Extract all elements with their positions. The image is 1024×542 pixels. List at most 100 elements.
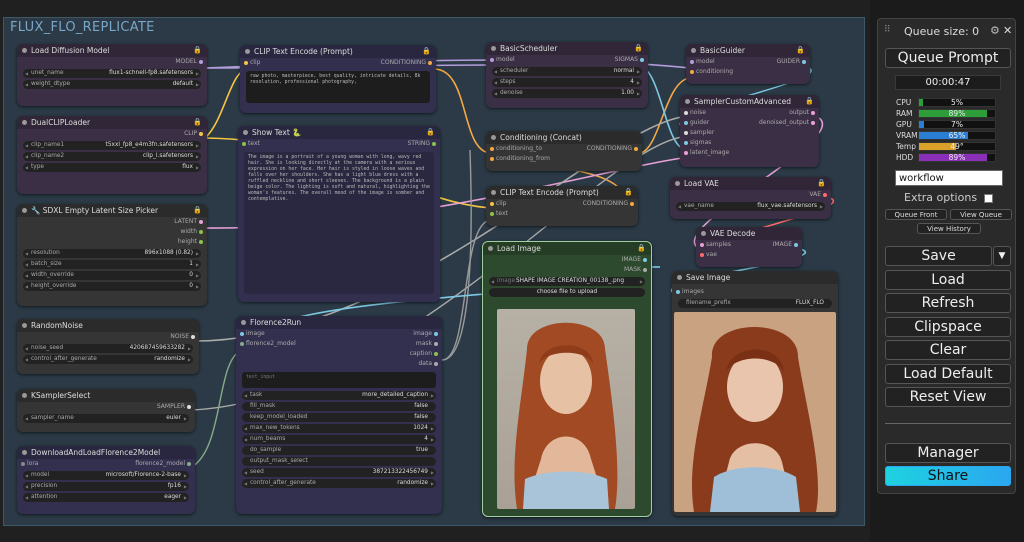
- close-icon[interactable]: ✕: [1003, 24, 1012, 37]
- node-clip-text-encode-1[interactable]: CLIP Text Encode (Prompt) 🔒 clip CONDITION…: [240, 45, 436, 113]
- node-title[interactable]: Save Image: [672, 271, 838, 284]
- output-data[interactable]: data: [418, 359, 432, 369]
- output-dot[interactable]: [794, 243, 798, 247]
- widget-steps[interactable]: steps4: [492, 78, 642, 87]
- output-width[interactable]: width: [180, 227, 197, 237]
- input-dot[interactable]: [21, 462, 25, 466]
- node-title[interactable]: Load Diffusion Model 🔒: [17, 44, 207, 57]
- input-clip[interactable]: clip: [250, 59, 260, 66]
- queue-front-button[interactable]: Queue Front: [885, 209, 947, 220]
- widget-control-after-generate[interactable]: control_after_generaterandomize: [242, 479, 436, 488]
- manager-button[interactable]: Manager: [885, 443, 1011, 463]
- input-dot[interactable]: [240, 332, 244, 336]
- widget-resolution[interactable]: resolution896x1088 (0.82): [23, 249, 201, 258]
- node-title[interactable]: DownloadAndLoadFlorence2Model: [17, 446, 195, 459]
- widget-batch-size[interactable]: batch_size1: [23, 260, 201, 269]
- output-string[interactable]: STRING: [407, 139, 430, 149]
- input-dot[interactable]: [684, 111, 688, 115]
- output-denoised[interactable]: denoised_output: [759, 118, 809, 128]
- output-dot[interactable]: [434, 342, 438, 346]
- view-queue-button[interactable]: View Queue: [950, 209, 1012, 220]
- node-title[interactable]: 🔧 SDXL Empty Latent Size Picker 🔒: [17, 204, 207, 217]
- output-dot[interactable]: [191, 335, 195, 339]
- node-title[interactable]: Load VAE 🔒: [670, 177, 831, 190]
- input-dot[interactable]: [490, 58, 494, 62]
- input-dot[interactable]: [490, 212, 494, 216]
- reset-view-button[interactable]: Reset View: [885, 387, 1011, 407]
- lock-icon[interactable]: 🔒: [817, 177, 826, 190]
- input-text[interactable]: text: [248, 140, 260, 147]
- output-caption[interactable]: caption: [410, 349, 432, 359]
- input-model[interactable]: model: [496, 56, 515, 63]
- widget-scheduler[interactable]: schedulernormal: [492, 67, 642, 76]
- queue-panel[interactable]: ⠿ Queue size: 0 ⚙ ✕ Queue Prompt 00:00:4…: [877, 18, 1016, 494]
- lock-icon[interactable]: 🔒: [426, 126, 435, 139]
- text-input-field[interactable]: text_input: [242, 372, 436, 388]
- node-sampler-custom-advanced[interactable]: SamplerCustomAdvanced 🔒 noise output guide…: [680, 95, 819, 167]
- node-clip-text-encode-2[interactable]: CLIP Text Encode (Prompt) 🔒 clip CONDITION…: [486, 186, 638, 226]
- output-sigmas[interactable]: SIGMAS: [615, 55, 638, 65]
- input-dot[interactable]: [490, 157, 494, 161]
- input-dot[interactable]: [244, 61, 248, 65]
- output-noise[interactable]: NOISE: [170, 332, 189, 342]
- output-clip[interactable]: CLIP: [184, 129, 197, 139]
- node-download-florence2[interactable]: DownloadAndLoadFlorence2Model lora floren…: [17, 446, 195, 514]
- output-dot[interactable]: [802, 60, 806, 64]
- input-dot[interactable]: [690, 60, 694, 64]
- input-dot[interactable]: [690, 70, 694, 74]
- widget-seed[interactable]: seed387213322456749: [242, 468, 436, 477]
- node-title[interactable]: RandomNoise: [17, 319, 199, 332]
- output-dot[interactable]: [199, 240, 203, 244]
- lock-icon[interactable]: 🔒: [634, 42, 643, 55]
- output-dot[interactable]: [434, 362, 438, 366]
- widget-output-mask-select[interactable]: output_mask_select: [242, 457, 436, 466]
- output-sampler[interactable]: SAMPLER: [157, 402, 185, 412]
- output-guider[interactable]: GUIDER: [777, 57, 800, 67]
- node-load-image[interactable]: Load Image🔒 IMAGE MASK imageSHAPE IMAGE …: [482, 241, 652, 517]
- output-dot[interactable]: [634, 147, 638, 151]
- output-model[interactable]: MODEL: [175, 57, 197, 67]
- widget-weight-dtype[interactable]: weight_dtypedefault: [23, 80, 201, 89]
- output-image[interactable]: IMAGE: [622, 255, 641, 265]
- node-title[interactable]: BasicGuider 🔒: [686, 44, 810, 57]
- widget-sampler-name[interactable]: sampler_nameeuler: [23, 414, 189, 423]
- widget-image[interactable]: imageSHAPE IMAGE CREATION_00138_.png: [489, 277, 645, 286]
- widget-control-after-generate[interactable]: control_after_generaterandomize: [23, 355, 193, 364]
- node-title[interactable]: VAE Decode: [696, 227, 802, 240]
- node-basic-scheduler[interactable]: BasicScheduler🔒 model SIGMAS schedulernor…: [486, 42, 648, 108]
- output-dot[interactable]: [199, 230, 203, 234]
- output-dot[interactable]: [643, 258, 647, 262]
- widget-filename-prefix[interactable]: filename_prefix FLUX_FLO: [678, 299, 832, 308]
- widget-model[interactable]: modelmicrosoft/Florence-2-base: [23, 471, 189, 480]
- input-dot[interactable]: [700, 243, 704, 247]
- node-title[interactable]: CLIP Text Encode (Prompt) 🔒: [240, 45, 436, 58]
- node-dual-clip-loader[interactable]: DualCLIPLoader🔒 CLIP clip_name1t5xxl_fp8…: [17, 116, 207, 194]
- output-image[interactable]: image: [413, 329, 432, 339]
- node-title[interactable]: Florence2Run: [236, 316, 442, 329]
- input-dot[interactable]: [242, 142, 246, 146]
- input-conditioning-to[interactable]: conditioning_to: [496, 145, 542, 152]
- widget-height-override[interactable]: height_override0: [23, 282, 201, 291]
- load-default-button[interactable]: Load Default: [885, 364, 1011, 384]
- widget-clip-name1[interactable]: clip_name1t5xxl_fp8_e4m3fn.safetensors: [23, 141, 201, 150]
- widget-width-override[interactable]: width_override0: [23, 271, 201, 280]
- node-load-diffusion-model[interactable]: Load Diffusion Model🔒 MODEL unet_nameflu…: [17, 44, 207, 106]
- lock-icon[interactable]: 🔒: [422, 45, 431, 58]
- output-dot[interactable]: [199, 220, 203, 224]
- output-image[interactable]: IMAGE: [773, 240, 792, 250]
- widget-denoise[interactable]: denoise1.00: [492, 89, 642, 98]
- output-dot[interactable]: [630, 202, 634, 206]
- input-clip[interactable]: clip: [496, 200, 506, 207]
- output-height[interactable]: height: [178, 237, 197, 247]
- queue-prompt-button[interactable]: Queue Prompt: [885, 48, 1011, 68]
- widget-clip-name2[interactable]: clip_name2clip_l.safetensors: [23, 152, 201, 161]
- view-history-button[interactable]: View History: [917, 223, 981, 234]
- input-noise[interactable]: noise: [690, 109, 706, 116]
- output-dot[interactable]: [640, 58, 644, 62]
- share-button[interactable]: Share: [885, 466, 1011, 486]
- output-dot[interactable]: [434, 352, 438, 356]
- clipspace-button[interactable]: Clipspace: [885, 317, 1011, 337]
- input-sampler[interactable]: sampler: [690, 129, 714, 136]
- gear-icon[interactable]: ⚙: [990, 24, 1000, 37]
- lock-icon[interactable]: 🔒: [193, 44, 202, 57]
